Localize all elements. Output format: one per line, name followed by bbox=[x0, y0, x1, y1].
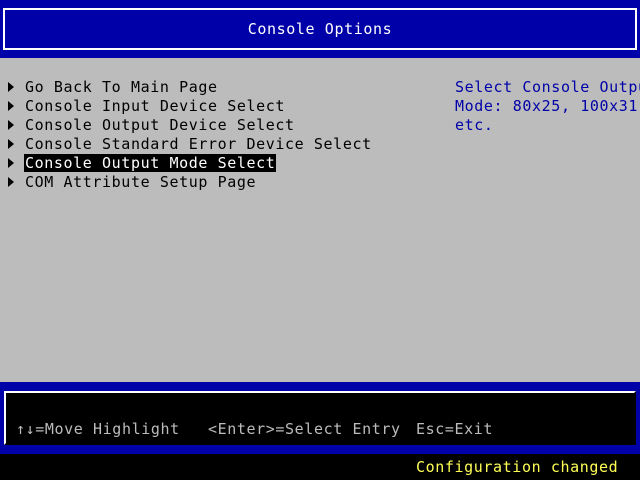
status-bar: Configuration changed bbox=[0, 454, 640, 480]
arrow-right-icon bbox=[8, 120, 14, 130]
arrow-right-icon bbox=[8, 82, 14, 92]
menu-item-label: Console Input Device Select bbox=[25, 97, 286, 115]
help-line: Select Console Output bbox=[455, 78, 640, 96]
header-frame: Console Options bbox=[3, 8, 637, 50]
menu-item-label: Go Back To Main Page bbox=[25, 78, 218, 96]
menu-item-console-input-device-select[interactable]: Console Input Device Select bbox=[8, 97, 373, 116]
arrow-right-icon bbox=[8, 101, 14, 111]
menu-item-console-output-mode-select[interactable]: Console Output Mode Select bbox=[8, 154, 373, 173]
move-highlight-hint: ↑↓=Move Highlight bbox=[16, 420, 180, 438]
arrow-right-icon bbox=[8, 177, 14, 187]
menu-item-com-attribute-setup-page[interactable]: COM Attribute Setup Page bbox=[8, 173, 373, 192]
arrow-right-icon bbox=[8, 158, 14, 168]
menu-item-go-back-to-main-page[interactable]: Go Back To Main Page bbox=[8, 78, 373, 97]
menu-item-label: Console Output Device Select bbox=[25, 116, 295, 134]
select-entry-hint: <Enter>=Select Entry bbox=[208, 420, 401, 438]
page-title: Console Options bbox=[247, 20, 393, 38]
menu-list: Go Back To Main Page Console Input Devic… bbox=[8, 78, 373, 192]
help-line: Mode: 80x25, 100x31, bbox=[455, 97, 640, 115]
exit-hint: Esc=Exit bbox=[416, 420, 494, 438]
help-line: etc. bbox=[455, 116, 494, 134]
menu-item-label: COM Attribute Setup Page bbox=[25, 173, 257, 191]
status-message: Configuration changed bbox=[416, 458, 619, 476]
menu-item-label: Console Standard Error Device Select bbox=[25, 135, 372, 153]
header-band: Console Options bbox=[0, 0, 640, 58]
arrow-right-icon bbox=[8, 139, 14, 149]
main-panel: Go Back To Main Page Console Input Devic… bbox=[0, 58, 640, 382]
footer-band: ↑↓=Move Highlight <Enter>=Select Entry E… bbox=[0, 382, 640, 454]
menu-item-console-standard-error-device-select[interactable]: Console Standard Error Device Select bbox=[8, 135, 373, 154]
help-text: Select Console Output Mode: 80x25, 100x3… bbox=[455, 78, 640, 135]
menu-item-console-output-device-select[interactable]: Console Output Device Select bbox=[8, 116, 373, 135]
menu-item-label: Console Output Mode Select bbox=[24, 154, 277, 172]
